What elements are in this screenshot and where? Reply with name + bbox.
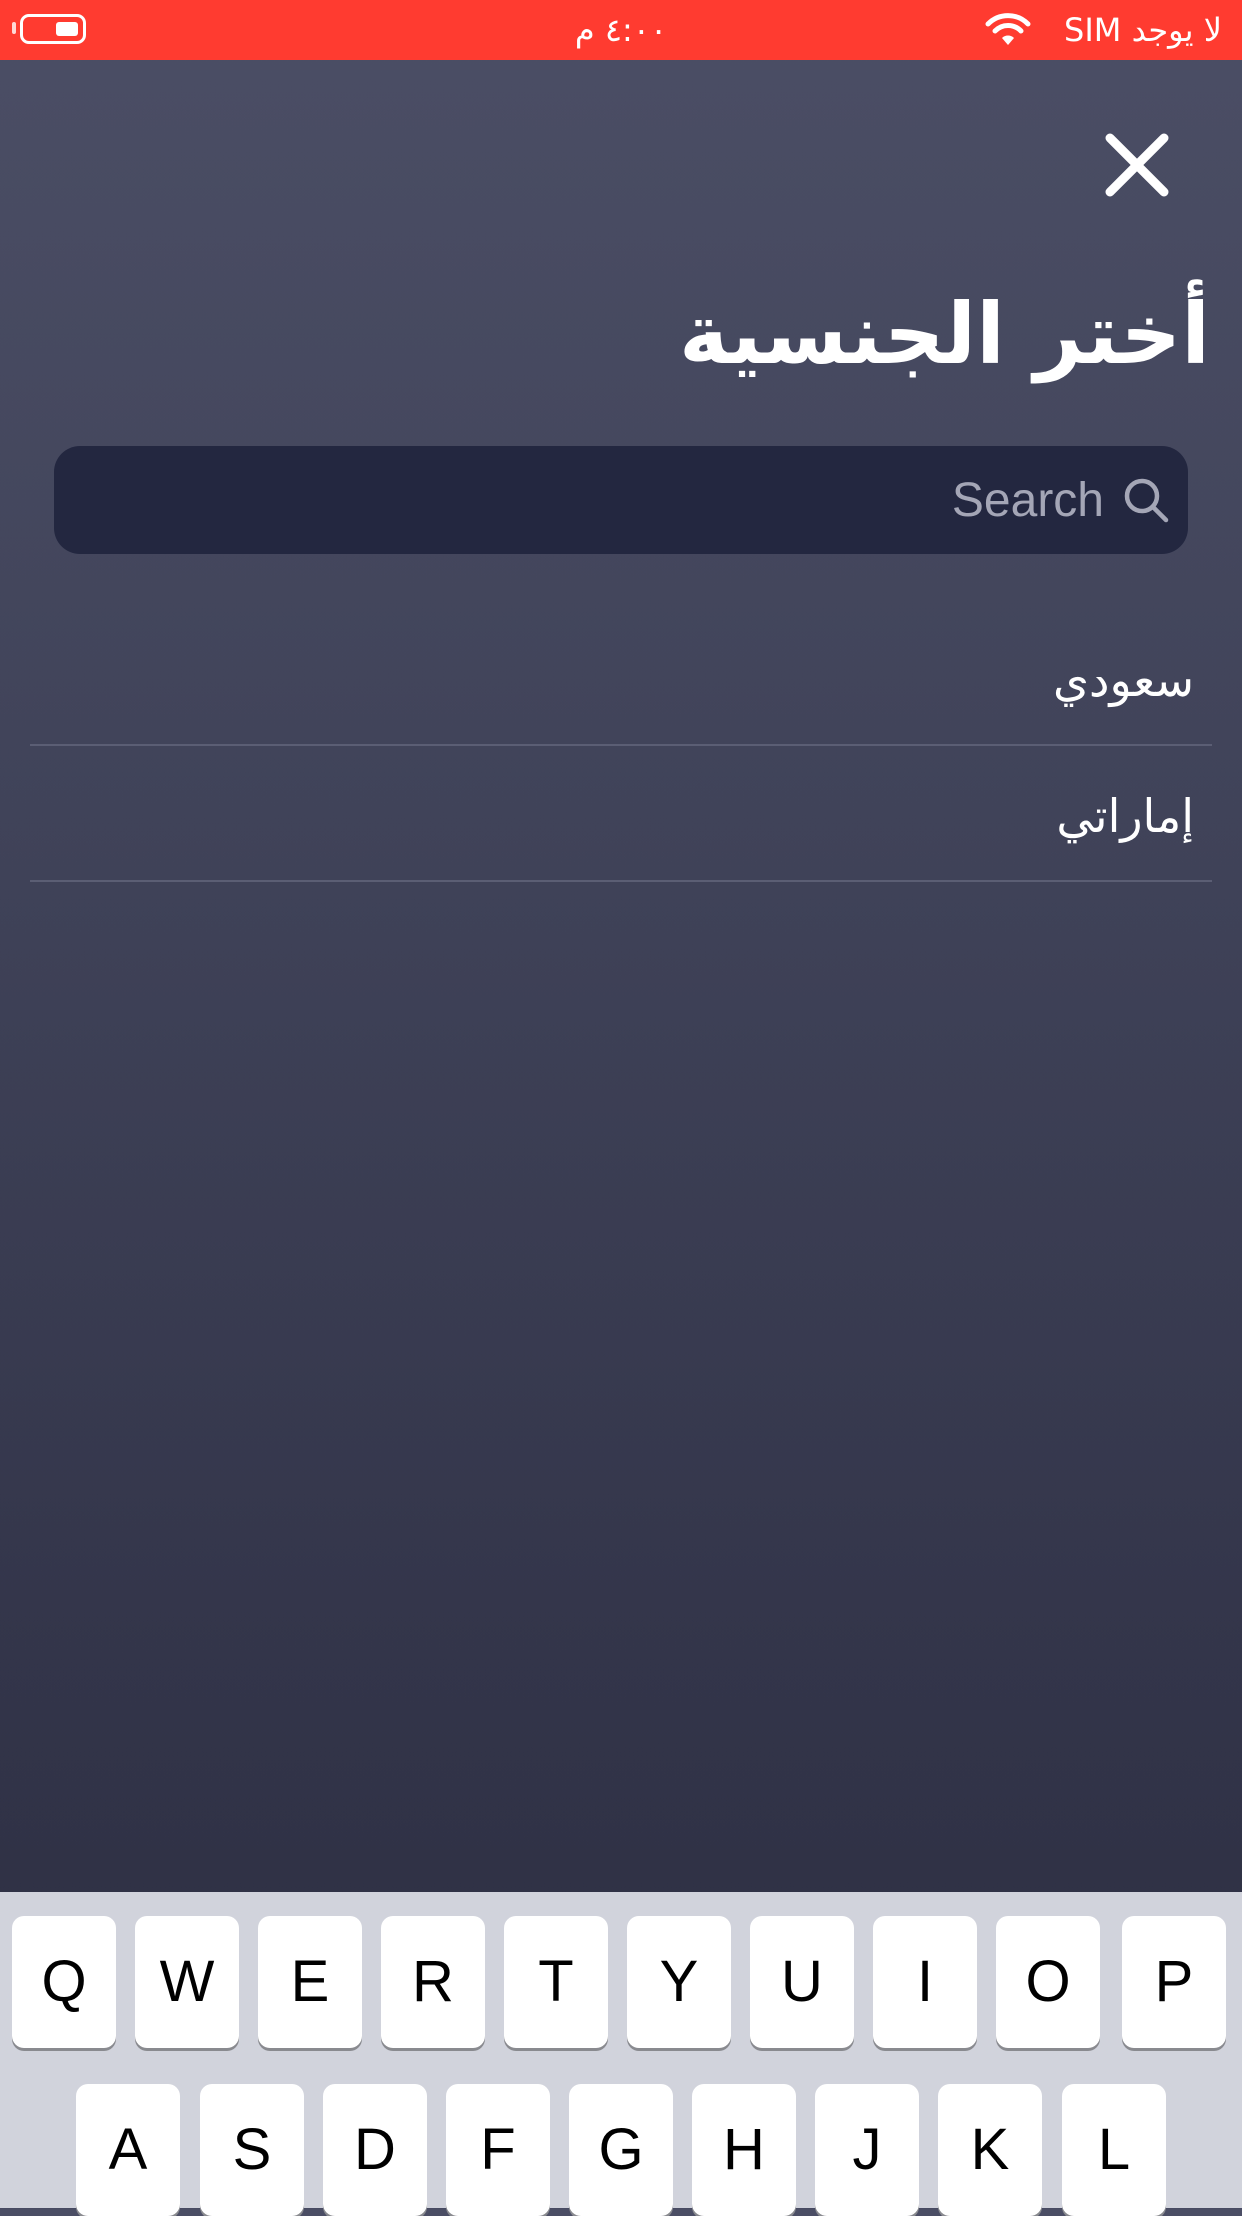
status-bar: ٤:٠٠ م لا يوجد SIM [0, 0, 1242, 60]
wifi-icon [985, 13, 1031, 45]
key-a[interactable]: A [76, 2084, 180, 2216]
key-r[interactable]: R [381, 1916, 485, 2048]
nationality-list: سعودي إماراتي [30, 610, 1212, 882]
carrier-label: لا يوجد SIM [1064, 11, 1222, 49]
key-f[interactable]: F [446, 2084, 550, 2216]
key-s[interactable]: S [200, 2084, 304, 2216]
key-l[interactable]: L [1062, 2084, 1166, 2216]
list-item[interactable]: سعودي [30, 610, 1212, 746]
key-d[interactable]: D [323, 2084, 427, 2216]
list-item-label: إماراتي [1056, 789, 1194, 843]
key-p[interactable]: P [1122, 1916, 1226, 2048]
key-u[interactable]: U [750, 1916, 854, 2048]
battery-cap [12, 22, 16, 34]
close-button[interactable] [1100, 128, 1174, 202]
key-w[interactable]: W [135, 1916, 239, 2048]
search-box[interactable] [54, 446, 1188, 554]
key-i[interactable]: I [873, 1916, 977, 2048]
battery-icon [20, 14, 86, 44]
key-g[interactable]: G [569, 2084, 673, 2216]
key-k[interactable]: K [938, 2084, 1042, 2216]
close-icon [1105, 133, 1169, 197]
page-title: أختر الجنسية [679, 285, 1210, 383]
status-time: ٤:٠٠ م [574, 11, 668, 49]
list-item-label: سعودي [1053, 653, 1194, 707]
key-q[interactable]: Q [12, 1916, 116, 2048]
search-icon [1124, 478, 1169, 523]
search-input[interactable] [54, 446, 1104, 554]
key-y[interactable]: Y [627, 1916, 731, 2048]
key-h[interactable]: H [692, 2084, 796, 2216]
keyboard: Q W E R T Y U I O P A S D F G H J K L [0, 1892, 1242, 2216]
key-o[interactable]: O [996, 1916, 1100, 2048]
key-j[interactable]: J [815, 2084, 919, 2216]
key-e[interactable]: E [258, 1916, 362, 2048]
list-item[interactable]: إماراتي [30, 746, 1212, 882]
key-t[interactable]: T [504, 1916, 608, 2048]
